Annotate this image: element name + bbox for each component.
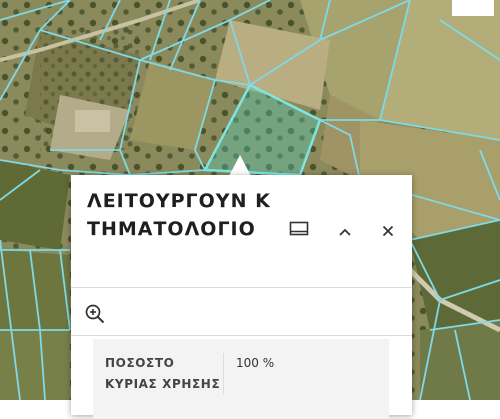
close-icon	[382, 222, 394, 241]
feature-popup: ΛΕΙΤΟΥΡΓΟΥΝ ΚΤΗΜΑΤΟΛΟΓΙΟ ΠΟΣΟΣΤΟ ΚΥΡΙΑΣ …	[71, 175, 412, 419]
close-button[interactable]	[376, 219, 400, 243]
toolbar-divider	[71, 335, 412, 336]
header-divider	[71, 287, 412, 288]
popup-pointer	[229, 155, 251, 176]
chevron-up-icon	[338, 222, 352, 241]
attribute-key: ΠΟΣΟΣΤΟ ΚΥΡΙΑΣ ΧΡΗΣΗΣ	[105, 356, 221, 391]
attribute-table: ΠΟΣΟΣΤΟ ΚΥΡΙΑΣ ΧΡΗΣΗΣ 100 %	[93, 339, 389, 419]
map-control-box	[452, 0, 494, 16]
attribute-value: 100 %	[223, 353, 389, 395]
popup-title: ΛΕΙΤΟΥΡΓΟΥΝ ΚΤΗΜΑΤΟΛΟΓΙΟ	[87, 190, 271, 240]
attribute-row: ΠΟΣΟΣΤΟ ΚΥΡΙΑΣ ΧΡΗΣΗΣ 100 %	[93, 339, 389, 395]
dock-button[interactable]	[287, 219, 311, 243]
dock-icon	[289, 221, 309, 241]
zoom-in-icon	[84, 304, 106, 329]
collapse-button[interactable]	[333, 219, 357, 243]
zoom-to-button[interactable]	[84, 303, 108, 327]
